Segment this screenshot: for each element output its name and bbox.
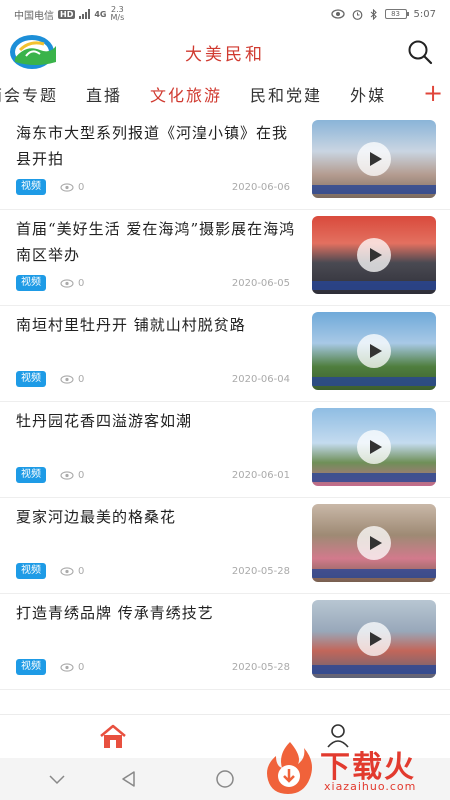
thumbnail-caption-bar xyxy=(312,185,436,194)
watermark: 下载火 xiazaihuo.com xyxy=(262,738,450,798)
news-item[interactable]: 海东市大型系列报道《河湟小镇》在我县开拍 视频 0 2020-06-06 xyxy=(0,114,450,210)
news-list: 海东市大型系列报道《河湟小镇》在我县开拍 视频 0 2020-06-06 首届“… xyxy=(0,114,450,714)
news-thumbnail[interactable] xyxy=(312,120,436,198)
play-icon[interactable] xyxy=(357,622,391,656)
status-left: 中国电信 HD 4G 2.3 M/s xyxy=(14,6,124,22)
tab-foreign-media[interactable]: 外媒 xyxy=(350,82,386,106)
home-icon[interactable] xyxy=(98,723,128,751)
news-title: 牡丹园花香四溢游客如潮 xyxy=(16,412,193,430)
play-icon[interactable] xyxy=(357,142,391,176)
news-item[interactable]: 打造青绣品牌 传承青绣技艺 视频 0 2020-05-28 xyxy=(0,594,450,690)
speed-unit: M/s xyxy=(110,13,125,22)
views-value: 0 xyxy=(78,277,85,289)
eye-icon xyxy=(60,374,74,384)
news-title: 首届“美好生活 爱在海鸿”摄影展在海鸿南区举办 xyxy=(16,220,296,264)
news-title: 夏家河边最美的格桑花 xyxy=(16,508,177,526)
eye-icon xyxy=(60,662,74,672)
video-tag: 视频 xyxy=(16,659,46,675)
play-icon[interactable] xyxy=(357,238,391,272)
signal-icon xyxy=(79,9,91,19)
tab-live[interactable]: 直播 xyxy=(86,82,122,106)
views-value: 0 xyxy=(78,565,85,577)
news-date: 2020-06-06 xyxy=(231,181,290,193)
news-title: 打造青绣品牌 传承青绣技艺 xyxy=(16,604,214,622)
news-thumbnail[interactable] xyxy=(312,600,436,678)
play-icon[interactable] xyxy=(357,526,391,560)
views-value: 0 xyxy=(78,661,85,673)
add-tab-button[interactable]: + xyxy=(416,74,450,114)
hd-badge: HD xyxy=(58,9,76,19)
news-thumbnail[interactable] xyxy=(312,408,436,486)
news-thumbnail[interactable] xyxy=(312,312,436,390)
eye-icon xyxy=(330,9,345,19)
news-item[interactable]: 牡丹园花香四溢游客如潮 视频 0 2020-06-01 xyxy=(0,402,450,498)
news-title: 海东市大型系列报道《河湟小镇》在我县开拍 xyxy=(16,124,289,168)
app-header: 大美民和 xyxy=(0,28,450,74)
news-title: 南垣村里牡丹开 铺就山村脱贫路 xyxy=(16,316,246,334)
alarm-icon xyxy=(352,9,362,20)
news-item[interactable]: 夏家河边最美的格桑花 视频 0 2020-05-28 xyxy=(0,498,450,594)
watermark-url: xiazaihuo.com xyxy=(324,780,417,793)
play-icon[interactable] xyxy=(357,334,391,368)
news-date: 2020-05-28 xyxy=(231,565,290,577)
video-tag: 视频 xyxy=(16,467,46,483)
views-count: 0 xyxy=(60,470,84,481)
network-type: 4G xyxy=(94,9,107,19)
eye-icon xyxy=(60,470,74,480)
tab-party-building[interactable]: 民和党建 xyxy=(250,82,322,106)
thumbnail-caption-bar xyxy=(312,569,436,578)
thumbnail-caption-bar xyxy=(312,473,436,482)
views-count: 0 xyxy=(60,374,84,385)
eye-icon xyxy=(60,182,74,192)
back-triangle-icon[interactable] xyxy=(118,768,140,790)
play-icon[interactable] xyxy=(357,430,391,464)
tab-track: 两会专题 直播 文化旅游 民和党建 外媒 xyxy=(0,74,414,114)
network-speed: 2.3 M/s xyxy=(110,6,124,22)
views-count: 0 xyxy=(60,566,84,577)
views-value: 0 xyxy=(78,181,85,193)
views-value: 0 xyxy=(78,469,85,481)
thumbnail-caption-bar xyxy=(312,377,436,386)
news-date: 2020-06-05 xyxy=(231,277,290,289)
home-circle-icon[interactable] xyxy=(214,768,236,790)
flame-logo-icon xyxy=(267,742,312,794)
news-date: 2020-06-01 xyxy=(231,469,290,481)
news-meta: 视频 0 2020-06-01 xyxy=(16,466,290,484)
bluetooth-icon xyxy=(370,8,377,20)
news-date: 2020-06-04 xyxy=(231,373,290,385)
battery-icon: 83 xyxy=(384,9,409,19)
news-meta: 视频 0 2020-05-28 xyxy=(16,562,290,580)
thumbnail-caption-bar xyxy=(312,281,436,290)
views-count: 0 xyxy=(60,278,84,289)
tab-lianghui[interactable]: 两会专题 xyxy=(0,82,58,106)
video-tag: 视频 xyxy=(16,371,46,387)
news-item[interactable]: 南垣村里牡丹开 铺就山村脱贫路 视频 0 2020-06-04 xyxy=(0,306,450,402)
search-icon[interactable] xyxy=(406,38,434,66)
views-value: 0 xyxy=(78,373,85,385)
video-tag: 视频 xyxy=(16,563,46,579)
status-bar: 中国电信 HD 4G 2.3 M/s 83 5:07 xyxy=(0,0,450,28)
video-tag: 视频 xyxy=(16,179,46,195)
status-time: 5:07 xyxy=(413,8,436,20)
carrier-name: 中国电信 xyxy=(14,10,54,22)
views-count: 0 xyxy=(60,182,84,193)
news-meta: 视频 0 2020-06-06 xyxy=(16,178,290,196)
news-meta: 视频 0 2020-06-05 xyxy=(16,274,290,292)
news-date: 2020-05-28 xyxy=(231,661,290,673)
category-tabs: 两会专题 直播 文化旅游 民和党建 外媒 + xyxy=(0,74,450,114)
tab-culture-tourism[interactable]: 文化旅游 xyxy=(150,82,222,106)
back-chevron-icon[interactable] xyxy=(46,768,68,790)
views-count: 0 xyxy=(60,662,84,673)
video-tag: 视频 xyxy=(16,275,46,291)
news-thumbnail[interactable] xyxy=(312,504,436,582)
news-item[interactable]: 首届“美好生活 爱在海鸿”摄影展在海鸿南区举办 视频 0 2020-06-05 xyxy=(0,210,450,306)
app-title: 大美民和 xyxy=(185,45,265,65)
thumbnail-caption-bar xyxy=(312,665,436,674)
eye-icon xyxy=(60,278,74,288)
news-meta: 视频 0 2020-05-28 xyxy=(16,658,290,676)
news-thumbnail[interactable] xyxy=(312,216,436,294)
news-meta: 视频 0 2020-06-04 xyxy=(16,370,290,388)
status-right: 83 5:07 xyxy=(330,8,436,20)
eye-icon xyxy=(60,566,74,576)
